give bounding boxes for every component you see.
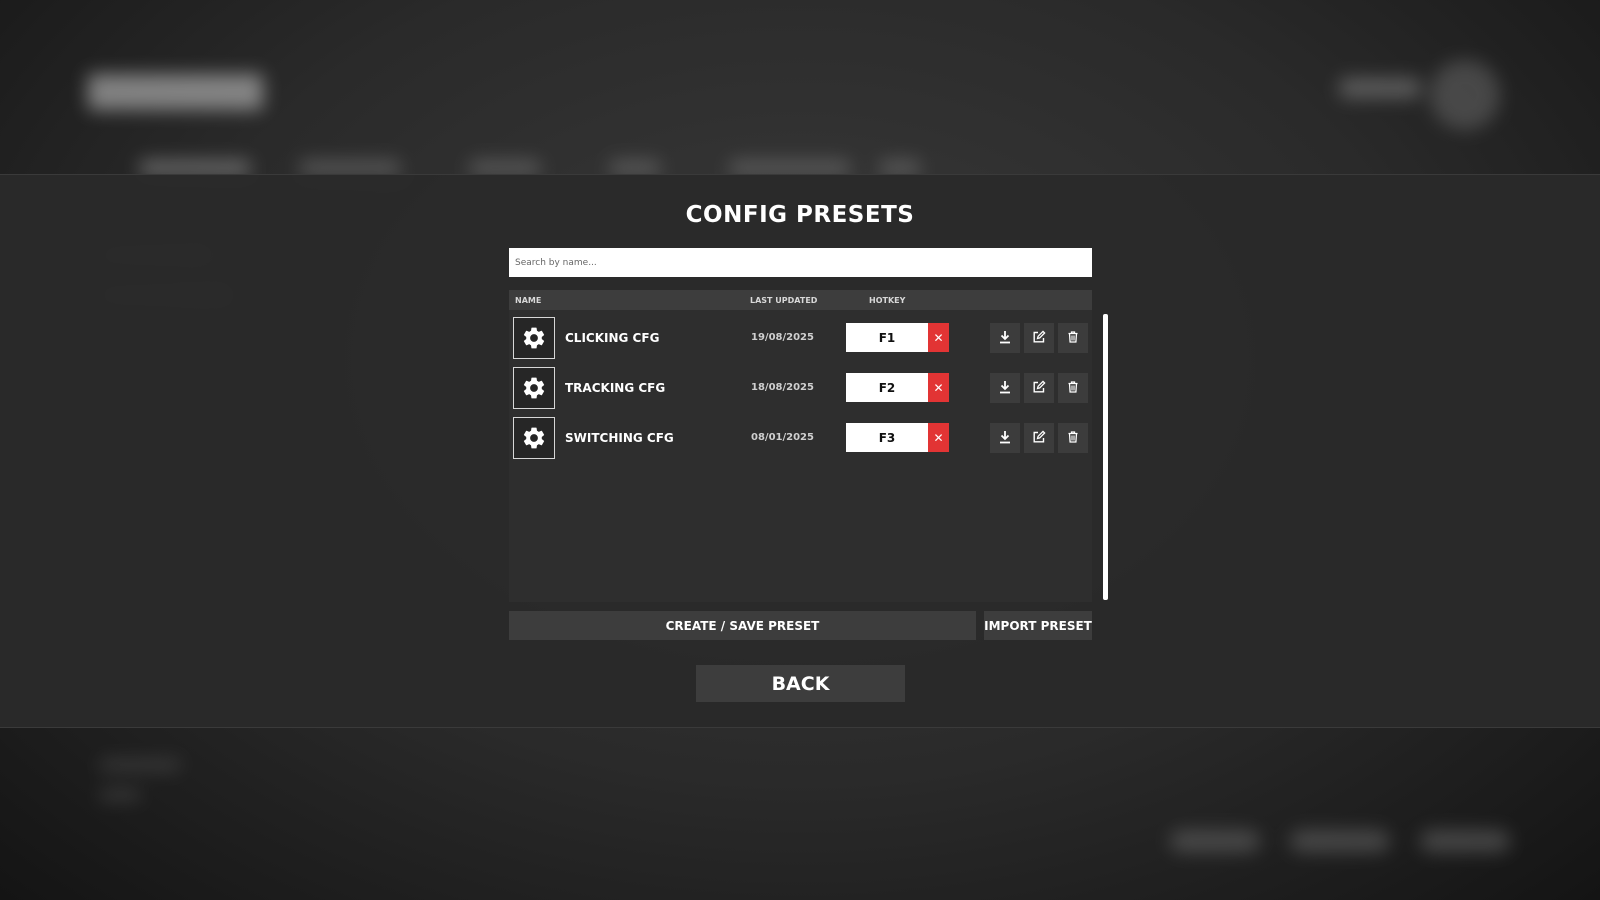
search-input[interactable]	[509, 248, 1092, 277]
edit-button[interactable]	[1024, 323, 1054, 353]
gear-icon	[513, 417, 555, 459]
import-preset-button[interactable]: IMPORT PRESET	[984, 611, 1092, 640]
back-button[interactable]: BACK	[696, 665, 905, 702]
edit-icon	[1032, 329, 1046, 348]
preset-name: SWITCHING CFG	[565, 431, 674, 445]
preset-last-updated: 08/01/2025	[751, 432, 814, 443]
download-icon	[998, 379, 1012, 398]
download-icon	[998, 429, 1012, 448]
gear-icon	[513, 367, 555, 409]
edit-icon	[1032, 379, 1046, 398]
download-button[interactable]	[990, 423, 1020, 453]
preset-last-updated: 19/08/2025	[751, 332, 814, 343]
trash-icon	[1066, 329, 1080, 348]
modal-title: CONFIG PRESETS	[685, 202, 915, 228]
background-footer-item	[1420, 830, 1510, 852]
preset-last-updated: 18/08/2025	[751, 382, 814, 393]
background-logo	[88, 74, 263, 110]
trash-icon	[1066, 429, 1080, 448]
clear-hotkey-button[interactable]: ✕	[928, 323, 949, 352]
download-button[interactable]	[990, 323, 1020, 353]
column-header-hotkey: HOTKEY	[869, 296, 906, 305]
column-header-last-updated: LAST UPDATED	[750, 296, 818, 305]
preset-name: CLICKING CFG	[565, 331, 660, 345]
background-sidebar-line	[100, 790, 140, 800]
delete-button[interactable]	[1058, 323, 1088, 353]
clear-hotkey-button[interactable]: ✕	[928, 373, 949, 402]
delete-button[interactable]	[1058, 373, 1088, 403]
delete-button[interactable]	[1058, 423, 1088, 453]
edit-icon	[1032, 429, 1046, 448]
preset-row[interactable]: TRACKING CFG 18/08/2025 F2 ✕	[509, 363, 1092, 413]
table-scrollbar[interactable]	[1103, 314, 1108, 600]
column-header-name: NAME	[515, 296, 542, 305]
hotkey-field[interactable]: F3	[846, 423, 928, 452]
hotkey-field[interactable]: F2	[846, 373, 928, 402]
preset-row[interactable]: SWITCHING CFG 08/01/2025 F3 ✕	[509, 413, 1092, 463]
background-footer-item	[1170, 830, 1260, 852]
presets-table: NAME LAST UPDATED HOTKEY CLICKING CFG 19…	[509, 290, 1092, 602]
clear-hotkey-button[interactable]: ✕	[928, 423, 949, 452]
download-icon	[998, 329, 1012, 348]
hotkey-field[interactable]: F1	[846, 323, 928, 352]
preset-name: TRACKING CFG	[565, 381, 666, 395]
trash-icon	[1066, 379, 1080, 398]
preset-row[interactable]: CLICKING CFG 19/08/2025 F1 ✕	[509, 313, 1092, 363]
background-sidebar-line	[100, 760, 180, 770]
gear-icon	[513, 317, 555, 359]
edit-button[interactable]	[1024, 423, 1054, 453]
background-top-item	[1340, 78, 1420, 98]
background-footer-item	[1290, 830, 1390, 852]
create-save-preset-button[interactable]: CREATE / SAVE PRESET	[509, 611, 976, 640]
table-header: NAME LAST UPDATED HOTKEY	[509, 290, 1092, 310]
edit-button[interactable]	[1024, 373, 1054, 403]
download-button[interactable]	[990, 373, 1020, 403]
background-avatar	[1430, 60, 1500, 130]
